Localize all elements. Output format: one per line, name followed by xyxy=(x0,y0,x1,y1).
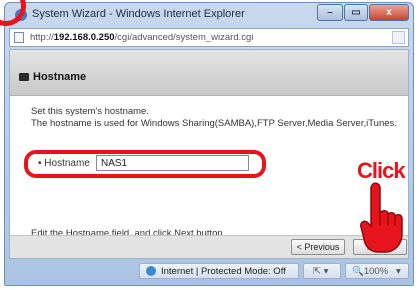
button-bar: < Previous Next > xyxy=(10,235,408,258)
drive-icon xyxy=(19,73,29,81)
tools-icon: ⇱ ▾ xyxy=(313,266,329,277)
close-button[interactable]: x xyxy=(369,4,409,21)
pointing-hand-icon xyxy=(360,182,403,253)
zoom-control[interactable]: 🔍100% ▾ xyxy=(345,263,409,279)
page-icon xyxy=(14,32,24,43)
page-content: Hostname Set this system's hostname. The… xyxy=(9,49,409,259)
url-text[interactable]: http://192.168.0.250/cgi/advanced/system… xyxy=(30,32,253,43)
description-line-1: Set this system's hostname. xyxy=(31,106,149,117)
browser-window: e System Wizard - Windows Internet Explo… xyxy=(4,2,414,286)
description: Set this system's hostname. The hostname… xyxy=(31,106,397,130)
security-zone[interactable]: Internet | Protected Mode: Off xyxy=(139,263,299,279)
page-header: Hostname xyxy=(10,50,408,96)
previous-button[interactable]: < Previous xyxy=(291,239,345,255)
window-title: System Wizard - Windows Internet Explore… xyxy=(32,8,245,20)
zoom-level: 🔍100% xyxy=(352,266,389,277)
minimize-button[interactable]: – xyxy=(317,4,343,21)
section-title: Hostname xyxy=(33,71,87,83)
zoom-dropdown-icon: ▾ xyxy=(396,266,401,277)
tools-menu[interactable]: ⇱ ▾ xyxy=(303,263,341,279)
hostname-input[interactable] xyxy=(96,155,249,171)
compatibility-icon[interactable] xyxy=(392,31,405,44)
maximize-button[interactable]: ▭ xyxy=(344,4,368,21)
zone-text: Internet | Protected Mode: Off xyxy=(161,266,286,277)
status-bar: Internet | Protected Mode: Off ⇱ ▾ 🔍100%… xyxy=(9,261,409,281)
title-bar: e System Wizard - Windows Internet Explo… xyxy=(5,3,413,27)
description-line-2: The hostname is used for Windows Sharing… xyxy=(31,118,397,129)
address-bar[interactable]: http://192.168.0.250/cgi/advanced/system… xyxy=(9,28,409,47)
globe-icon xyxy=(146,266,156,276)
click-annotation: Click xyxy=(357,158,406,183)
hostname-label: • Hostname xyxy=(38,158,90,169)
